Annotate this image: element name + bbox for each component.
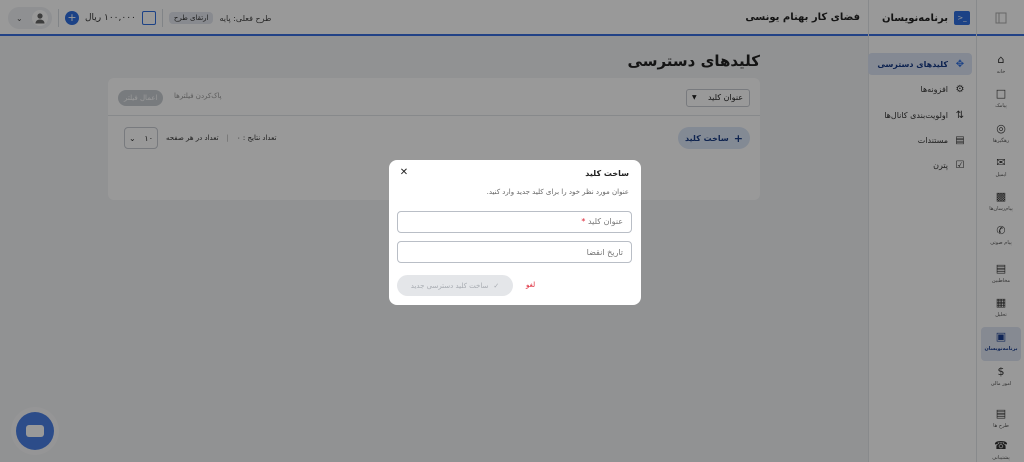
- required-mark: *: [581, 217, 586, 226]
- create-key-modal: ✕ ساخت کلید عنوان مورد نظر خود را برای ک…: [389, 160, 641, 305]
- modal-title: ساخت کلید: [585, 169, 629, 178]
- key-title-label: عنوان کلید *: [581, 217, 623, 226]
- check-icon: ✓: [493, 281, 500, 290]
- modal-description: عنوان مورد نظر خود را برای کلید جدید وار…: [486, 188, 629, 196]
- key-title-field[interactable]: عنوان کلید *: [397, 211, 632, 233]
- expiry-date-input[interactable]: [397, 241, 632, 263]
- close-icon[interactable]: ✕: [398, 167, 410, 179]
- cancel-button[interactable]: لغو: [526, 281, 535, 289]
- create-access-key-button[interactable]: ساخت کلید دسترسی جدید ✓: [397, 275, 513, 296]
